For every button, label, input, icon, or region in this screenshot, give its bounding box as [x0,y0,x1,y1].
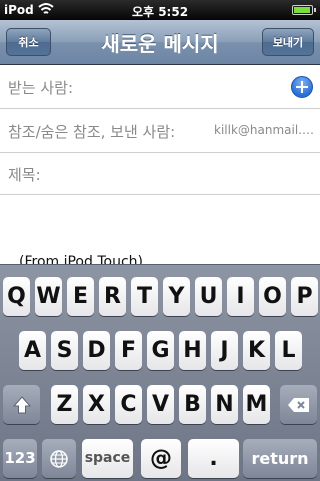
signature-text: (From iPod Touch) [19,254,143,264]
globe-icon [50,449,68,468]
message-body[interactable]: (From iPod Touch) [0,196,320,264]
shift-key[interactable] [3,385,40,424]
numbers-key[interactable]: 123 [3,439,37,478]
at-key[interactable]: @ [141,439,181,478]
cancel-button[interactable]: 취소 [6,28,51,56]
key-u[interactable]: U [195,277,222,316]
key-f[interactable]: F [115,331,142,370]
key-w[interactable]: W [35,277,62,316]
key-z[interactable]: Z [51,385,78,424]
key-x[interactable]: X [83,385,110,424]
key-d[interactable]: D [83,331,110,370]
to-label: 받는 사람: [8,79,74,97]
backspace-icon [287,397,309,412]
shift-icon [12,395,31,413]
battery-fill [294,7,311,13]
key-n[interactable]: N [211,385,238,424]
key-s[interactable]: S [51,331,78,370]
key-v[interactable]: V [147,385,174,424]
page-title: 새로운 메시지 [101,32,219,56]
dot-key[interactable]: . [188,439,239,478]
key-b[interactable]: B [179,385,206,424]
status-bar: iPod 오후 5:52 [0,0,320,20]
key-r[interactable]: R [99,277,126,316]
cc-bcc-from-field[interactable]: 참조/숨은 참조, 보낸 사람: killk@hanmail.net [0,109,320,153]
navigation-bar: 취소 새로운 메시지 보내기 [0,20,320,65]
subject-label: 제목: [8,166,41,184]
battery-icon [292,5,316,15]
key-p[interactable]: P [291,277,318,316]
key-t[interactable]: T [131,277,158,316]
key-o[interactable]: O [259,277,286,316]
key-k[interactable]: K [243,331,270,370]
keyboard: Q W E R T Y U I O P A S D F G H J K L Z … [0,264,320,481]
key-q[interactable]: Q [3,277,30,316]
space-key[interactable]: space [82,439,133,478]
globe-key[interactable] [42,439,76,478]
backspace-key[interactable] [280,385,317,424]
subject-field[interactable]: 제목: [0,152,320,195]
from-address: killk@hanmail.net [214,123,314,137]
to-field[interactable]: 받는 사람: [0,65,320,109]
add-contact-icon[interactable] [291,76,313,98]
key-c[interactable]: C [115,385,142,424]
key-e[interactable]: E [67,277,94,316]
key-l[interactable]: L [275,331,302,370]
send-button[interactable]: 보내기 [262,28,314,56]
key-g[interactable]: G [147,331,174,370]
key-j[interactable]: J [211,331,238,370]
status-time: 오후 5:52 [131,5,189,19]
key-i[interactable]: I [227,277,254,316]
key-y[interactable]: Y [163,277,190,316]
key-a[interactable]: A [19,331,46,370]
key-h[interactable]: H [179,331,206,370]
cc-bcc-from-label: 참조/숨은 참조, 보낸 사람: [8,123,176,141]
return-key[interactable]: return [243,439,317,478]
key-m[interactable]: M [243,385,270,424]
